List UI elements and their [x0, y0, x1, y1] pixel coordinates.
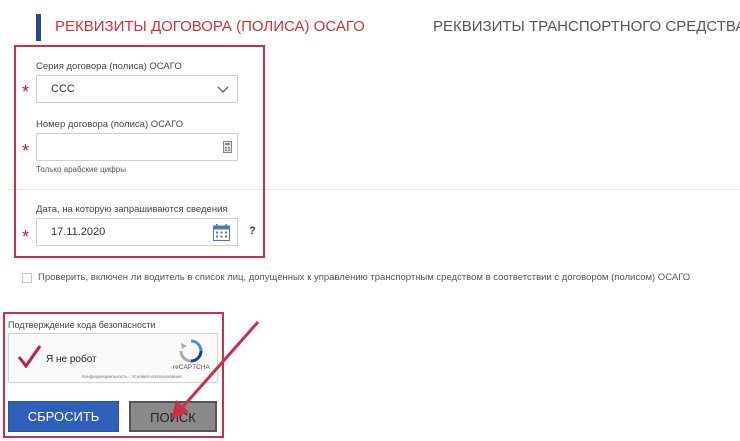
annotation-arrow [171, 321, 260, 419]
